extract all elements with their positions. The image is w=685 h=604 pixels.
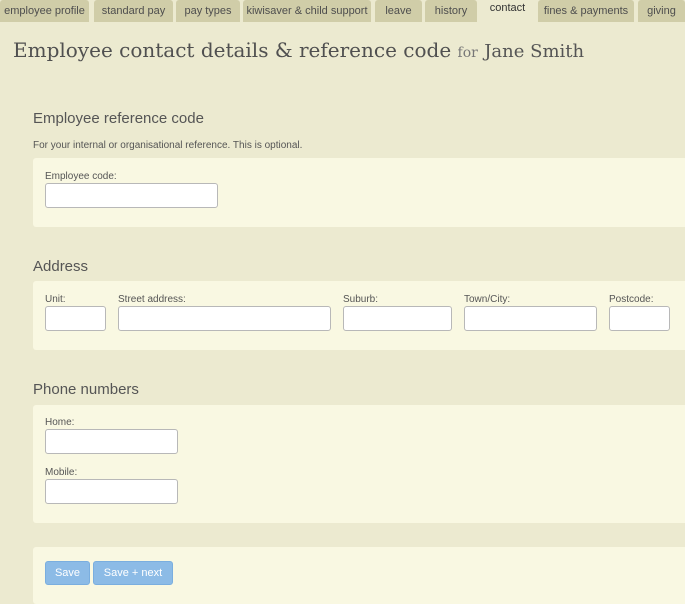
unit-label: Unit: (45, 294, 66, 305)
home-phone-input[interactable] (45, 429, 178, 454)
suburb-label: Suburb: (343, 294, 379, 305)
phone-section-title: Phone numbers (33, 381, 139, 398)
page-title: Employee contact details & reference cod… (13, 38, 584, 62)
home-phone-label: Home: (45, 417, 75, 428)
street-address-label: Street address: (118, 294, 186, 305)
tab-contact[interactable]: contact (480, 0, 535, 23)
tab-leave[interactable]: leave (375, 0, 422, 22)
mobile-phone-label: Mobile: (45, 467, 78, 478)
town-city-label: Town/City: (464, 294, 511, 305)
page-title-for: for (457, 45, 478, 61)
reference-description: For your internal or organisational refe… (33, 140, 303, 151)
mobile-phone-input[interactable] (45, 479, 178, 504)
address-section-title: Address (33, 258, 89, 275)
unit-input[interactable] (45, 306, 106, 331)
save-next-button[interactable]: Save + next (93, 561, 173, 585)
tab-standard-pay[interactable]: standard pay (94, 0, 173, 22)
street-address-input[interactable] (118, 306, 331, 331)
suburb-input[interactable] (343, 306, 452, 331)
reference-section-title: Employee reference code (33, 110, 204, 127)
employee-code-input[interactable] (45, 183, 218, 208)
tab-bar: employee profile standard pay pay types … (0, 0, 685, 23)
town-city-input[interactable] (464, 306, 597, 331)
tab-fines-payments[interactable]: fines & payments (538, 0, 634, 22)
tab-kiwisaver-child-support[interactable]: kiwisaver & child support (243, 0, 371, 22)
phone-panel (33, 405, 685, 523)
tab-history[interactable]: history (425, 0, 477, 22)
employee-code-label: Employee code: (45, 171, 117, 182)
save-button[interactable]: Save (45, 561, 90, 585)
tab-employee-profile[interactable]: employee profile (0, 0, 89, 22)
postcode-input[interactable] (609, 306, 670, 331)
tab-giving[interactable]: giving (638, 0, 685, 22)
page-title-text: Employee contact details & reference cod… (13, 38, 452, 62)
employee-name: Jane Smith (484, 41, 585, 62)
postcode-label: Postcode: (609, 294, 654, 305)
tab-pay-types[interactable]: pay types (176, 0, 240, 22)
